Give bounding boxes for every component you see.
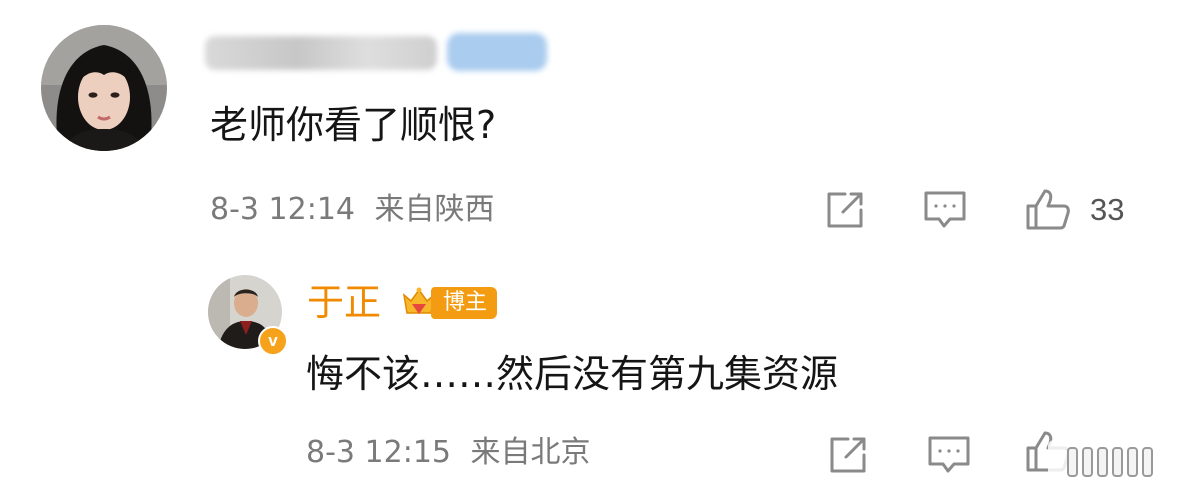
watermark-overlay bbox=[1048, 440, 1172, 484]
comment-icon[interactable] bbox=[922, 188, 966, 232]
commenter-username-blurred bbox=[205, 36, 437, 70]
blogger-badge-label: 博主 bbox=[431, 287, 498, 319]
commenter-badge-blurred bbox=[447, 33, 547, 71]
comment-text: 老师你看了顺恨? bbox=[210, 103, 497, 147]
comment-location: 来自陕西 bbox=[374, 192, 495, 227]
comment-meta: 8-3 12:14 来自陕西 bbox=[210, 190, 495, 230]
reply-comment-icon[interactable] bbox=[926, 433, 970, 477]
share-icon[interactable] bbox=[823, 188, 867, 232]
reply-meta: 8-3 12:15 来自北京 bbox=[306, 433, 591, 473]
verified-badge: v bbox=[258, 326, 288, 356]
comment-date: 8-3 12:14 bbox=[210, 192, 355, 227]
reply-text: 悔不该……然后没有第九集资源 bbox=[306, 352, 839, 396]
commenter-avatar[interactable] bbox=[41, 25, 167, 151]
reply-date: 8-3 12:15 bbox=[306, 435, 451, 470]
reply-author-name[interactable]: 于正 bbox=[307, 280, 381, 326]
reply-location: 来自北京 bbox=[470, 435, 591, 470]
blogger-badge: 博主 bbox=[401, 284, 498, 322]
like-count: 33 bbox=[1090, 192, 1125, 227]
reply-share-icon[interactable] bbox=[826, 433, 870, 477]
like-icon[interactable] bbox=[1024, 186, 1070, 230]
